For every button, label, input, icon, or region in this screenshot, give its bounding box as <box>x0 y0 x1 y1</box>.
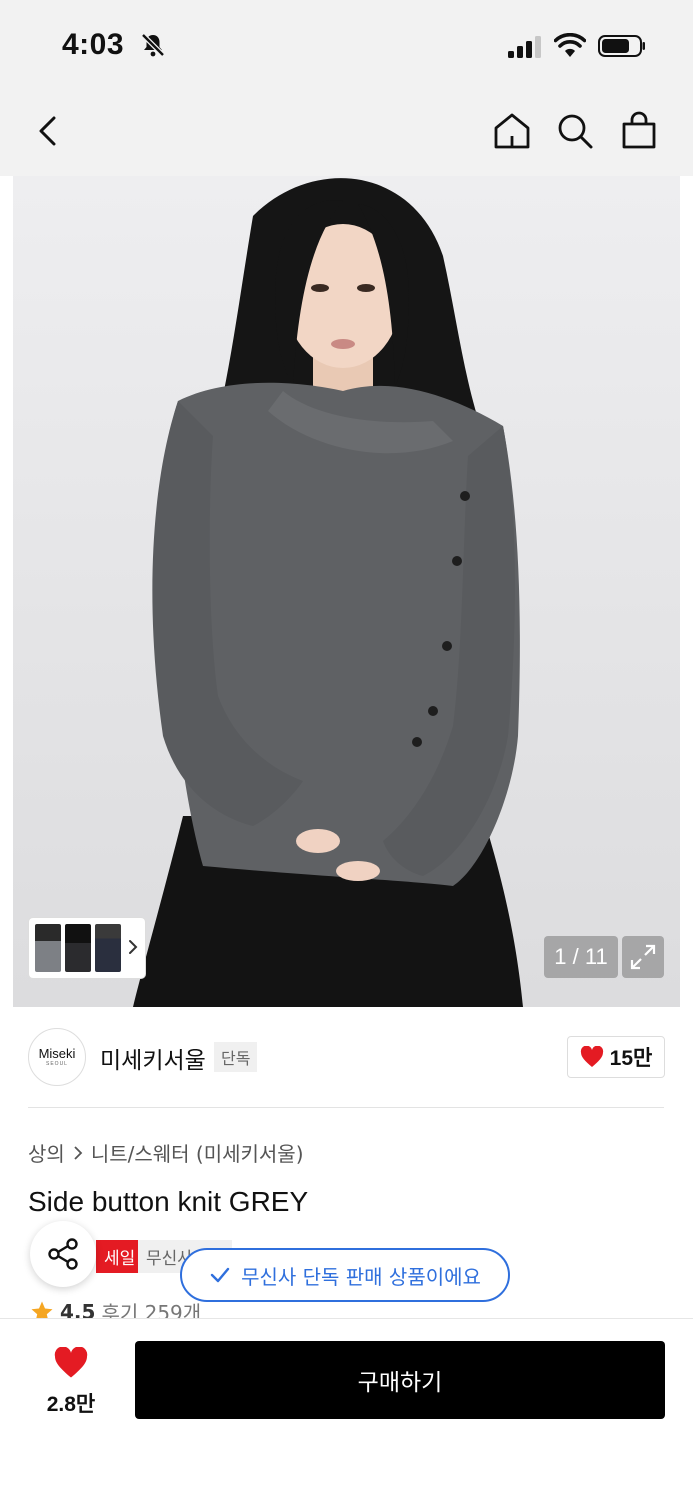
breadcrumb: 상의 니트/스웨터 (미세키서울) <box>28 1138 304 1167</box>
buy-button[interactable]: 구매하기 <box>135 1341 665 1419</box>
back-arrow-icon[interactable] <box>28 110 70 152</box>
model-photo <box>133 178 523 1007</box>
wishlist-count: 2.8만 <box>46 1393 96 1416</box>
exclusive-tag: 단독 <box>214 1042 258 1072</box>
heart-icon <box>580 1046 603 1067</box>
brand-name[interactable]: 미세키서울 <box>100 1041 206 1075</box>
brand-row: Miseki SEOUL 미세키서울 단독 15만 <box>0 1007 693 1107</box>
expand-button[interactable] <box>622 936 664 978</box>
product-title: Side button knit GREY <box>28 1186 309 1217</box>
wishlist-button[interactable]: 2.8만 <box>40 1346 102 1418</box>
check-icon <box>210 1267 230 1283</box>
divider <box>28 1107 664 1108</box>
brand-logo[interactable]: Miseki SEOUL <box>28 1028 86 1086</box>
chevron-right-icon[interactable] <box>127 938 139 956</box>
share-button[interactable] <box>30 1221 96 1287</box>
bell-muted-icon <box>141 33 165 57</box>
status-bar: 4:03 <box>0 0 693 90</box>
heart-icon <box>54 1346 88 1378</box>
image-counter: 1 / 11 <box>544 936 618 978</box>
thumbnail-2[interactable] <box>65 924 91 972</box>
search-icon[interactable] <box>554 110 596 152</box>
status-time: 4:03 <box>62 28 125 61</box>
battery-icon <box>598 35 645 57</box>
thumbnail-strip[interactable] <box>29 918 145 978</box>
bottom-action-bar: 2.8만 구매하기 <box>0 1318 693 1501</box>
toast-text: 무신사 단독 판매 상품이에요 <box>241 1264 481 1289</box>
exclusive-toast: 무신사 단독 판매 상품이에요 <box>180 1248 510 1302</box>
brand-like-button[interactable]: 15만 <box>567 1036 665 1078</box>
chevron-right-icon <box>74 1145 83 1160</box>
top-nav-bar <box>0 90 693 176</box>
breadcrumb-item-category[interactable]: 니트/스웨터 (미세키서울) <box>91 1138 304 1167</box>
breadcrumb-item-top[interactable]: 상의 <box>28 1138 65 1167</box>
thumbnail-1[interactable] <box>35 924 61 972</box>
brand-like-count: 15만 <box>609 1047 653 1070</box>
wifi-icon <box>554 33 586 57</box>
product-image[interactable]: 1 / 11 <box>13 176 680 1007</box>
sale-badge: 세일 <box>96 1240 144 1273</box>
cellular-signal-icon <box>508 36 541 58</box>
expand-icon <box>630 944 656 970</box>
shopping-bag-icon[interactable] <box>618 110 660 152</box>
thumbnail-3[interactable] <box>95 924 121 972</box>
share-icon <box>48 1238 78 1270</box>
home-icon[interactable] <box>491 110 533 152</box>
